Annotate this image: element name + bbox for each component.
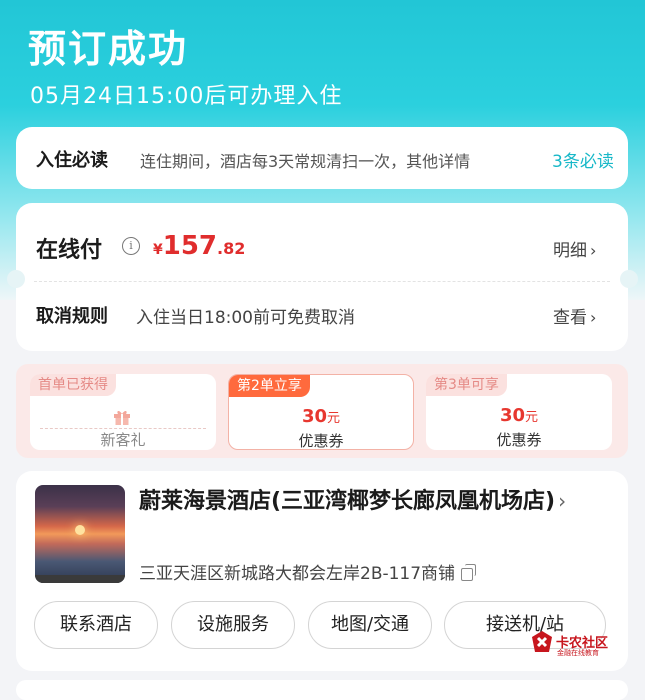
coupon-second-order[interactable]: 第2单立享 30元 优惠券 — [228, 374, 414, 450]
cancel-policy-text: 入住当日18:00前可免费取消 — [136, 308, 355, 328]
checkin-notice-card[interactable]: 入住必读 连住期间，酒店每3天常规清扫一次，其他详情 3条必读 — [16, 127, 628, 189]
coupon-name: 新客礼 — [100, 431, 146, 449]
coupon-name: 优惠券 — [298, 432, 344, 450]
hotel-address-row: 三亚天涯区新城路大都会左岸2B-117商铺 — [139, 559, 477, 584]
ticket-notch-left — [7, 270, 25, 288]
watermark: 卡农社区 金融在线教育 — [531, 630, 637, 660]
notice-label: 入住必读 — [36, 150, 108, 171]
hotel-name: 蔚莱海景酒店(三亚湾椰梦长廊凤凰机场店) — [139, 489, 556, 514]
coupon-new-customer[interactable]: 首单已获得 新客礼 — [30, 374, 216, 450]
coupon-name: 优惠券 — [496, 431, 542, 449]
divider — [34, 281, 610, 282]
hotel-name-link[interactable]: 蔚莱海景酒店(三亚湾椰梦长廊凤凰机场店) › — [139, 485, 609, 518]
hotel-address: 三亚天涯区新城路大都会左岸2B-117商铺 — [139, 564, 456, 584]
view-label: 查看 — [553, 308, 587, 328]
info-icon[interactable]: i — [122, 237, 140, 255]
contact-hotel-button[interactable]: 联系酒店 — [34, 601, 158, 649]
cancel-policy-label: 取消规则 — [36, 306, 108, 327]
chevron-right-icon: › — [558, 489, 567, 513]
price-integer: 157 — [162, 231, 218, 261]
photo-sun — [75, 525, 85, 535]
coupon-amount-value: 30 — [499, 405, 526, 426]
map-transport-button[interactable]: 地图/交通 — [308, 601, 432, 649]
price-decimal: .82 — [217, 239, 246, 258]
coupon-amount: 30元 — [229, 406, 413, 427]
photo-rail — [35, 575, 125, 583]
notice-more-link[interactable]: 3条必读 — [552, 147, 614, 172]
price-currency: ¥ — [153, 242, 163, 258]
next-card-edge — [16, 680, 628, 700]
watermark-logo-icon — [532, 631, 552, 652]
hotel-photo[interactable] — [35, 485, 125, 583]
chevron-right-icon: › — [590, 308, 597, 327]
coupon-strip: 首单已获得 新客礼 第2单立享 30元 优惠券 第3单可享 30元 优惠券 — [16, 364, 628, 458]
coupon-tag: 第3单可享 — [426, 374, 507, 396]
gift-icon — [114, 410, 130, 425]
coupon-tag: 首单已获得 — [30, 374, 116, 396]
coupon-amount-value: 30 — [301, 406, 328, 427]
coupon-third-order[interactable]: 第3单可享 30元 优惠券 — [426, 374, 612, 450]
coupon-unit: 元 — [327, 411, 341, 426]
copy-icon[interactable] — [461, 563, 477, 581]
coupon-amount: 30元 — [426, 405, 612, 426]
coupon-tag: 第2单立享 — [229, 375, 310, 397]
detail-label: 明细 — [553, 241, 587, 261]
payment-label: 在线付 — [36, 238, 103, 263]
view-policy-link[interactable]: 查看 › — [553, 303, 596, 328]
checkin-time: 05月24日15:00后可办理入住 — [30, 84, 343, 109]
payment-card: 在线付 i ¥157.82 明细 › 取消规则 入住当日18:00前可免费取消 查… — [16, 203, 628, 351]
facilities-button[interactable]: 设施服务 — [171, 601, 295, 649]
watermark-tagline: 金融在线教育 — [557, 649, 599, 657]
ticket-notch-right — [620, 270, 638, 288]
page-title: 预订成功 — [28, 27, 189, 71]
price: ¥157.82 — [153, 231, 245, 261]
detail-link[interactable]: 明细 › — [553, 236, 596, 261]
chevron-right-icon: › — [590, 241, 597, 260]
notice-fade — [486, 145, 548, 171]
coupon-unit: 元 — [525, 410, 539, 425]
